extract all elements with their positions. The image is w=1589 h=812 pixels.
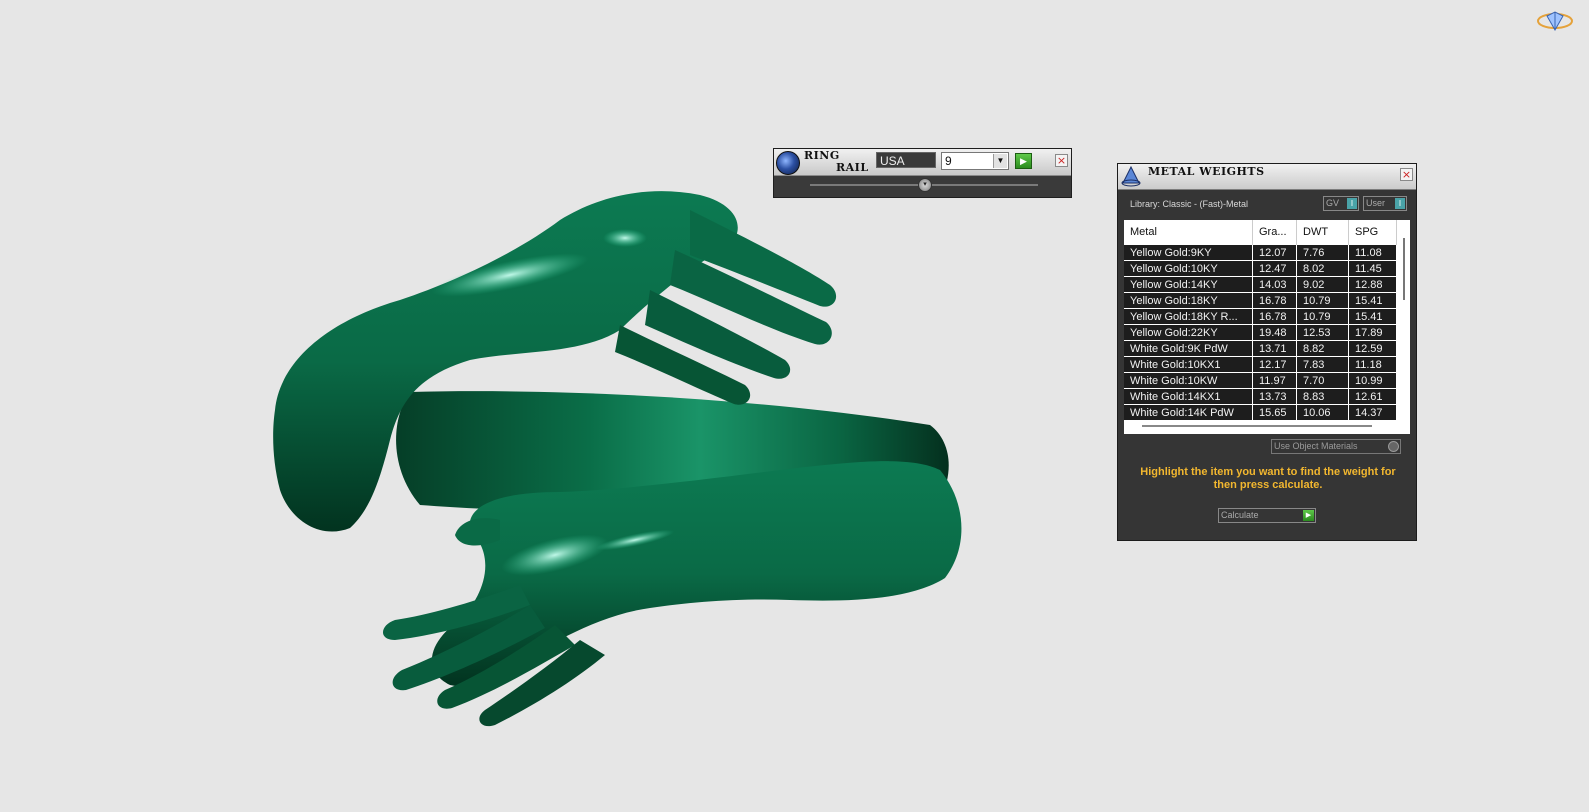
use-object-materials-label: Use Object Materials <box>1274 441 1358 451</box>
table-row[interactable]: Yellow Gold:22KY 19.48 12.53 17.89 <box>1124 324 1397 341</box>
table-row[interactable]: Yellow Gold:18KY 16.78 10.79 15.41 <box>1124 292 1397 309</box>
grams-cell: 12.47 <box>1252 260 1297 277</box>
grams-cell: 15.65 <box>1252 404 1297 420</box>
spg-cell: 10.99 <box>1348 372 1397 389</box>
metal-cell: White Gold:10KW <box>1124 372 1253 389</box>
metal-cell: White Gold:10KX1 <box>1124 356 1253 373</box>
dwt-cell: 7.83 <box>1296 356 1349 373</box>
table-row[interactable]: White Gold:14K PdW 15.65 10.06 14.37 <box>1124 404 1397 420</box>
spg-cell: 11.08 <box>1348 244 1397 261</box>
table-row[interactable]: White Gold:14KX1 13.73 8.83 12.61 <box>1124 388 1397 405</box>
library-label: Library: Classic - (Fast)-Metal <box>1130 199 1249 209</box>
spg-cell: 12.59 <box>1348 340 1397 357</box>
vertical-scrollbar[interactable] <box>1403 238 1405 300</box>
grams-cell: 13.73 <box>1252 388 1297 405</box>
table-row[interactable]: Yellow Gold:18KY R... 16.78 10.79 15.41 <box>1124 308 1397 325</box>
table-row[interactable]: White Gold:10KW 11.97 7.70 10.99 <box>1124 372 1397 389</box>
ring-rail-close-button[interactable]: × <box>1055 154 1068 167</box>
column-header-metal[interactable]: Metal <box>1124 220 1253 245</box>
metal-weights-close-button[interactable]: × <box>1400 168 1413 181</box>
grams-cell: 12.07 <box>1252 244 1297 261</box>
play-icon: ▶ <box>1303 510 1314 521</box>
dwt-cell: 8.83 <box>1296 388 1349 405</box>
dwt-cell: 7.76 <box>1296 244 1349 261</box>
table-row[interactable]: Yellow Gold:10KY 12.47 8.02 11.45 <box>1124 260 1397 277</box>
spg-cell: 14.37 <box>1348 404 1397 420</box>
dwt-cell: 8.82 <box>1296 340 1349 357</box>
ring-rail-slider-handle[interactable]: ▾ <box>918 178 932 192</box>
spg-cell: 11.18 <box>1348 356 1397 373</box>
toggle-indicator-icon: I <box>1395 198 1405 209</box>
grams-cell: 11.97 <box>1252 372 1297 389</box>
calculate-button[interactable]: Calculate ▶ <box>1218 508 1316 523</box>
table-row[interactable]: Yellow Gold:14KY 14.03 9.02 12.88 <box>1124 276 1397 293</box>
ring-rail-titlebar: RING RAIL USA 9 ▼ ▶ × <box>774 149 1071 176</box>
use-object-materials-toggle[interactable]: Use Object Materials <box>1271 439 1401 454</box>
spg-cell: 11.45 <box>1348 260 1397 277</box>
table-row[interactable]: White Gold:9K PdW 13.71 8.82 12.59 <box>1124 340 1397 357</box>
grams-cell: 16.78 <box>1252 292 1297 309</box>
column-header-dwt[interactable]: DWT <box>1296 220 1349 245</box>
metal-cell: Yellow Gold:14KY <box>1124 276 1253 293</box>
grams-cell: 13.71 <box>1252 340 1297 357</box>
toggle-indicator-icon: I <box>1347 198 1357 209</box>
metal-cell: Yellow Gold:18KY R... <box>1124 308 1253 325</box>
radio-indicator-icon <box>1388 441 1399 452</box>
spg-cell: 15.41 <box>1348 292 1397 309</box>
table-header-row: Metal Gra... DWT SPG <box>1124 220 1397 245</box>
chevron-down-icon[interactable]: ▼ <box>993 154 1007 168</box>
ring-rail-title-line1: RING <box>804 149 840 162</box>
metal-weights-titlebar: METAL WEIGHTS × <box>1118 164 1416 190</box>
metal-weights-logo-icon <box>1121 165 1141 187</box>
apply-ring-size-button[interactable]: ▶ <box>1015 153 1032 169</box>
user-toggle[interactable]: User I <box>1363 196 1407 211</box>
dwt-cell: 10.06 <box>1296 404 1349 420</box>
table-row[interactable]: White Gold:10KX1 12.17 7.83 11.18 <box>1124 356 1397 373</box>
play-icon: ▶ <box>1020 157 1027 167</box>
spg-cell: 12.61 <box>1348 388 1397 405</box>
instruction-text: Highlight the item you want to find the … <box>1140 466 1396 491</box>
view-navigation-icon[interactable] <box>1535 8 1575 34</box>
table-row[interactable]: Yellow Gold:9KY 12.07 7.76 11.08 <box>1124 244 1397 261</box>
ring-size-country-field[interactable]: USA <box>876 152 936 168</box>
close-icon: × <box>1056 154 1067 167</box>
column-header-spg[interactable]: SPG <box>1348 220 1397 245</box>
metal-cell: White Gold:9K PdW <box>1124 340 1253 357</box>
gv-toggle-label: GV <box>1326 198 1340 208</box>
ring-rail-panel: RING RAIL USA 9 ▼ ▶ × ▾ <box>773 148 1072 198</box>
metal-weights-panel: METAL WEIGHTS × Library: Classic - (Fast… <box>1117 163 1417 541</box>
metal-cell: Yellow Gold:9KY <box>1124 244 1253 261</box>
metal-cell: White Gold:14KX1 <box>1124 388 1253 405</box>
metal-weights-title: METAL WEIGHTS <box>1148 165 1265 178</box>
dwt-cell: 10.79 <box>1296 292 1349 309</box>
grams-cell: 16.78 <box>1252 308 1297 325</box>
dwt-cell: 10.79 <box>1296 308 1349 325</box>
ring-rail-title-line2: RAIL <box>836 161 869 174</box>
grams-cell: 19.48 <box>1252 324 1297 341</box>
dwt-cell: 12.53 <box>1296 324 1349 341</box>
dwt-cell: 7.70 <box>1296 372 1349 389</box>
grams-cell: 14.03 <box>1252 276 1297 293</box>
calculate-label: Calculate <box>1221 510 1259 520</box>
dwt-cell: 9.02 <box>1296 276 1349 293</box>
horizontal-scrollbar[interactable] <box>1142 425 1372 427</box>
close-icon: × <box>1401 168 1412 181</box>
spg-cell: 12.88 <box>1348 276 1397 293</box>
dwt-cell: 8.02 <box>1296 260 1349 277</box>
metal-cell: Yellow Gold:10KY <box>1124 260 1253 277</box>
spg-cell: 15.41 <box>1348 308 1397 325</box>
metal-cell: White Gold:14K PdW <box>1124 404 1253 420</box>
gv-toggle[interactable]: GV I <box>1323 196 1359 211</box>
metal-cell: Yellow Gold:18KY <box>1124 292 1253 309</box>
ring-rail-logo-icon <box>776 151 800 175</box>
metal-table: Metal Gra... DWT SPG Yellow Gold:9KY 12.0… <box>1124 220 1410 434</box>
ring-size-value: 9 <box>945 154 952 168</box>
column-header-grams[interactable]: Gra... <box>1252 220 1297 245</box>
ring-size-select[interactable]: 9 ▼ <box>941 152 1009 170</box>
grams-cell: 12.17 <box>1252 356 1297 373</box>
spg-cell: 17.89 <box>1348 324 1397 341</box>
metal-cell: Yellow Gold:22KY <box>1124 324 1253 341</box>
user-toggle-label: User <box>1366 198 1386 208</box>
